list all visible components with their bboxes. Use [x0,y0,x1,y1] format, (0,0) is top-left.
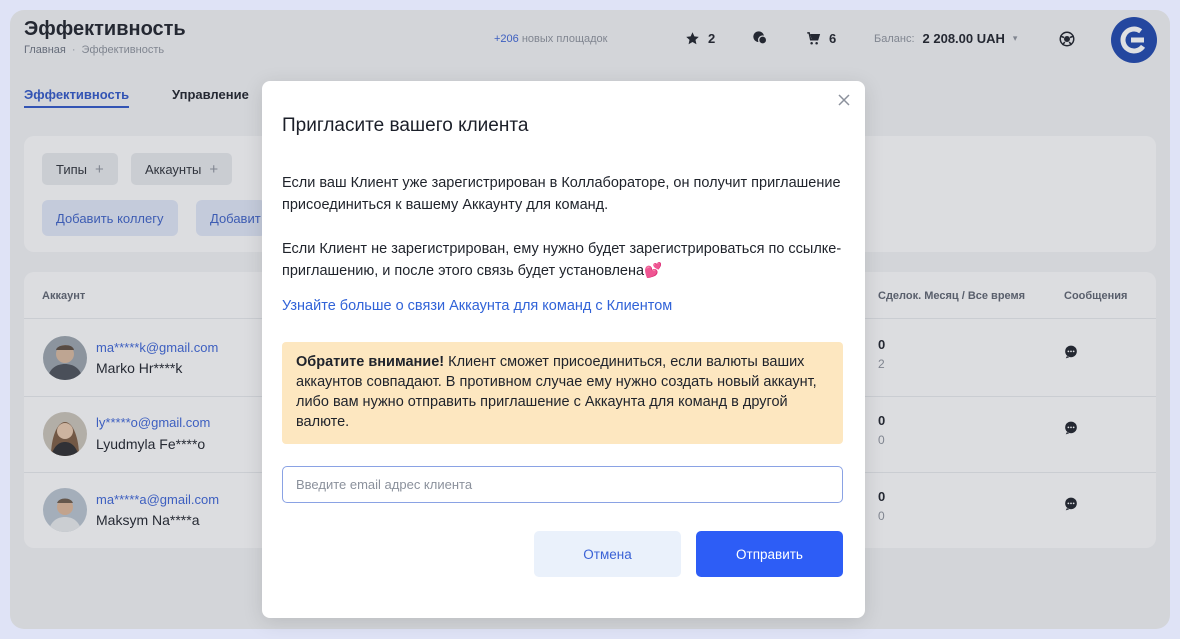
client-email-input[interactable] [282,466,843,503]
modal-paragraph-unregistered: Если Клиент не зарегистрирован, ему нужн… [282,241,842,279]
modal-paragraph-registered: Если ваш Клиент уже зарегистрирован в Ко… [282,175,841,213]
close-icon[interactable] [837,93,851,107]
currency-notice: Обратите внимание! Клиент сможет присоед… [282,342,843,444]
modal-title: Пригласите вашего клиента [282,115,529,136]
notice-title: Обратите внимание! [296,354,445,370]
learn-more-link[interactable]: Узнайте больше о связи Аккаунта для кома… [282,298,672,314]
cancel-button[interactable]: Отмена [534,531,681,577]
send-button[interactable]: Отправить [696,531,843,577]
invite-client-modal: Пригласите вашего клиента Если ваш Клиен… [262,81,865,618]
